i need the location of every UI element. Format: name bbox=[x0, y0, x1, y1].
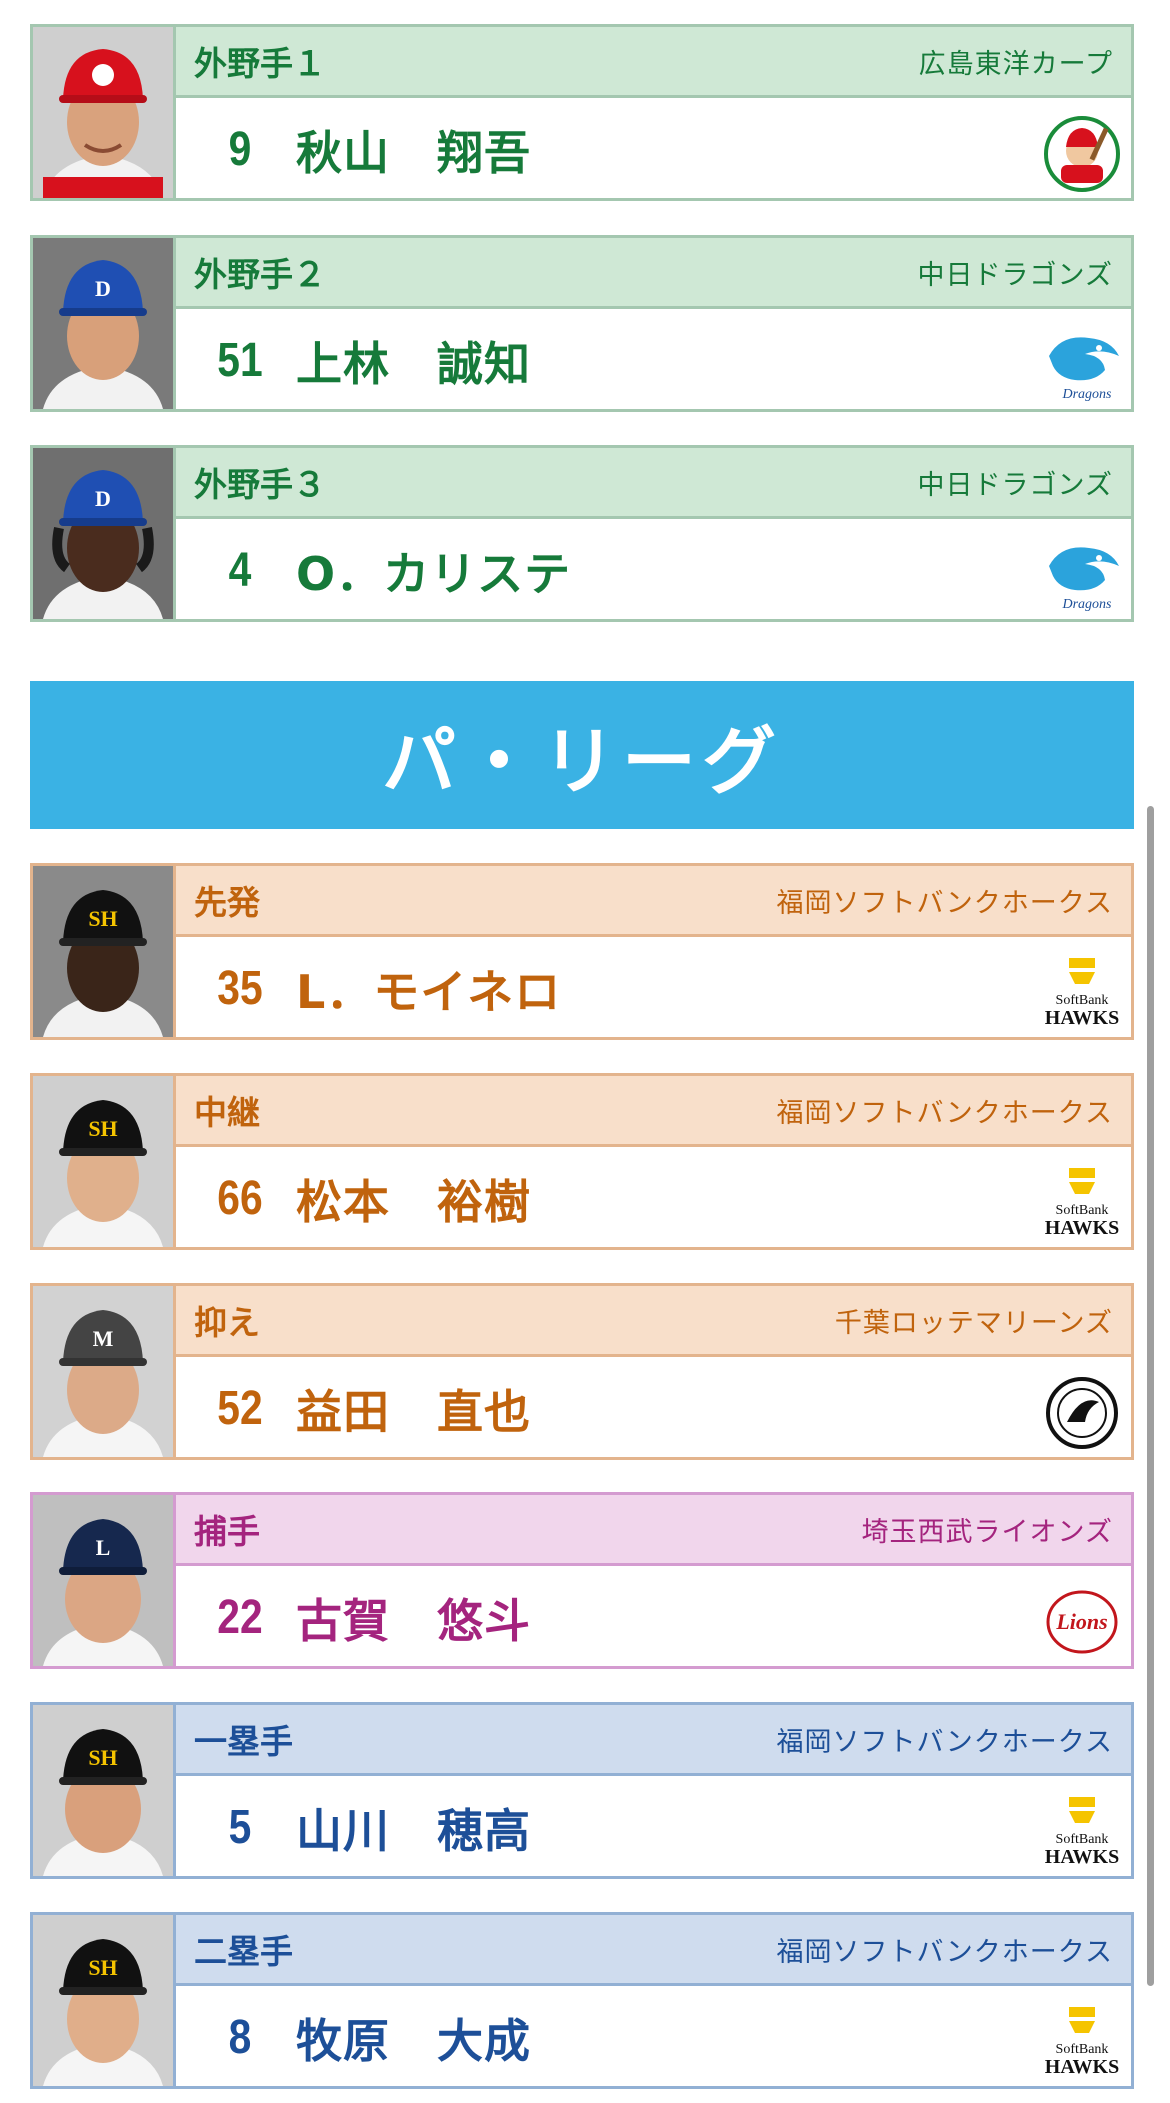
dragons-logo-icon: Dragons bbox=[1041, 326, 1123, 404]
lions-logo-icon: Lions bbox=[1041, 1583, 1123, 1661]
svg-text:HAWKS: HAWKS bbox=[1045, 2056, 1119, 2078]
svg-text:SoftBank: SoftBank bbox=[1056, 1832, 1109, 1847]
player-card[interactable]: SH 先発 福岡ソフトバンクホークス 35 L．モイネロ SoftBank HAW… bbox=[30, 863, 1134, 1040]
svg-text:D: D bbox=[95, 276, 111, 301]
position-label: 抑え bbox=[194, 1303, 260, 1342]
svg-text:HAWKS: HAWKS bbox=[1045, 1846, 1119, 1868]
banner-title: パ・リーグ bbox=[382, 718, 782, 805]
uniform-number: 9 bbox=[228, 123, 252, 176]
player-name: O．カリステ bbox=[296, 546, 572, 601]
position-label: 捕手 bbox=[194, 1512, 260, 1551]
svg-text:L: L bbox=[96, 1535, 111, 1560]
player-photo: SH bbox=[33, 1076, 176, 1247]
position-label: 中継 bbox=[194, 1093, 260, 1132]
uniform-number: 51 bbox=[217, 334, 263, 387]
player-name: 牧原 大成 bbox=[296, 2013, 531, 2068]
svg-text:Lions: Lions bbox=[1055, 1609, 1107, 1634]
player-name: 古賀 悠斗 bbox=[296, 1593, 531, 1648]
svg-text:SH: SH bbox=[88, 1745, 117, 1770]
team-name: 福岡ソフトバンクホークス bbox=[776, 1936, 1113, 1968]
svg-text:Dragons: Dragons bbox=[1061, 387, 1112, 402]
dragons-logo-icon: Dragons bbox=[1041, 536, 1123, 614]
uniform-number: 5 bbox=[228, 1801, 252, 1854]
player-photo: D bbox=[33, 448, 176, 619]
position-label: 外野手１ bbox=[194, 44, 326, 83]
marines-logo-icon bbox=[1041, 1374, 1123, 1452]
svg-text:SH: SH bbox=[88, 1955, 117, 1980]
svg-text:M: M bbox=[93, 1326, 114, 1351]
team-name: 福岡ソフトバンクホークス bbox=[776, 1726, 1113, 1758]
player-card[interactable]: SH 一塁手 福岡ソフトバンクホークス 5 山川 穂高 SoftBank HAWK… bbox=[30, 1702, 1134, 1879]
position-label: 外野手３ bbox=[194, 465, 326, 504]
player-name: 松本 裕樹 bbox=[296, 1174, 531, 1229]
uniform-number: 22 bbox=[217, 1591, 263, 1644]
team-name: 千葉ロッテマリーンズ bbox=[834, 1307, 1113, 1339]
player-photo: SH bbox=[33, 1705, 176, 1876]
player-card[interactable]: L 捕手 埼玉西武ライオンズ 22 古賀 悠斗 Lions bbox=[30, 1492, 1134, 1669]
svg-text:Dragons: Dragons bbox=[1061, 597, 1112, 612]
hawks-logo-icon: SoftBank HAWKS bbox=[1041, 2003, 1123, 2081]
uniform-number: 8 bbox=[228, 2011, 252, 2064]
player-photo: SH bbox=[33, 1915, 176, 2086]
team-name: 埼玉西武ライオンズ bbox=[861, 1516, 1113, 1548]
player-card[interactable]: 外野手１ 広島東洋カープ 9 秋山 翔吾 bbox=[30, 24, 1134, 201]
player-photo: SH bbox=[33, 866, 176, 1037]
player-name: L．モイネロ bbox=[296, 964, 562, 1019]
position-label: 一塁手 bbox=[194, 1722, 293, 1761]
player-name: 益田 直也 bbox=[296, 1384, 531, 1439]
svg-text:SoftBank: SoftBank bbox=[1056, 2042, 1109, 2057]
team-name: 広島東洋カープ bbox=[918, 48, 1113, 80]
team-name: 福岡ソフトバンクホークス bbox=[776, 1097, 1113, 1129]
player-card[interactable]: M 抑え 千葉ロッテマリーンズ 52 益田 直也 bbox=[30, 1283, 1134, 1460]
player-card[interactable]: SH 中継 福岡ソフトバンクホークス 66 松本 裕樹 SoftBank HAWK… bbox=[30, 1073, 1134, 1250]
player-name: 上林 誠知 bbox=[296, 336, 531, 391]
svg-text:HAWKS: HAWKS bbox=[1045, 1007, 1119, 1029]
player-card[interactable]: D 外野手３ 中日ドラゴンズ 4 O．カリステ Dragons bbox=[30, 445, 1134, 622]
player-card[interactable]: D 外野手２ 中日ドラゴンズ 51 上林 誠知 Dragons bbox=[30, 235, 1134, 412]
svg-text:D: D bbox=[95, 486, 111, 511]
player-photo: M bbox=[33, 1286, 176, 1457]
position-label: 先発 bbox=[194, 883, 260, 922]
carp-logo-icon bbox=[1041, 115, 1123, 193]
svg-text:SoftBank: SoftBank bbox=[1056, 993, 1109, 1008]
position-label: 二塁手 bbox=[194, 1932, 293, 1971]
team-name: 福岡ソフトバンクホークス bbox=[776, 887, 1113, 919]
player-name: 山川 穂高 bbox=[296, 1803, 531, 1858]
svg-text:SH: SH bbox=[88, 1116, 117, 1141]
uniform-number: 4 bbox=[228, 544, 252, 597]
svg-text:HAWKS: HAWKS bbox=[1045, 1217, 1119, 1239]
uniform-number: 52 bbox=[217, 1382, 263, 1435]
player-photo bbox=[33, 27, 176, 198]
team-name: 中日ドラゴンズ bbox=[917, 469, 1113, 501]
pacific-league-banner: パ・リーグ bbox=[30, 681, 1134, 829]
hawks-logo-icon: SoftBank HAWKS bbox=[1041, 954, 1123, 1032]
hawks-logo-icon: SoftBank HAWKS bbox=[1041, 1164, 1123, 1242]
team-name: 中日ドラゴンズ bbox=[917, 259, 1113, 291]
position-label: 外野手２ bbox=[194, 255, 326, 294]
svg-text:SoftBank: SoftBank bbox=[1056, 1203, 1109, 1218]
uniform-number: 35 bbox=[217, 962, 263, 1015]
player-name: 秋山 翔吾 bbox=[296, 125, 531, 180]
vertical-scrollbar[interactable] bbox=[1147, 806, 1154, 1986]
hawks-logo-icon: SoftBank HAWKS bbox=[1041, 1793, 1123, 1871]
player-card[interactable]: SH 二塁手 福岡ソフトバンクホークス 8 牧原 大成 SoftBank HAWK… bbox=[30, 1912, 1134, 2089]
player-photo: L bbox=[33, 1495, 176, 1666]
uniform-number: 66 bbox=[217, 1172, 263, 1225]
player-photo: D bbox=[33, 238, 176, 409]
svg-text:SH: SH bbox=[88, 906, 117, 931]
